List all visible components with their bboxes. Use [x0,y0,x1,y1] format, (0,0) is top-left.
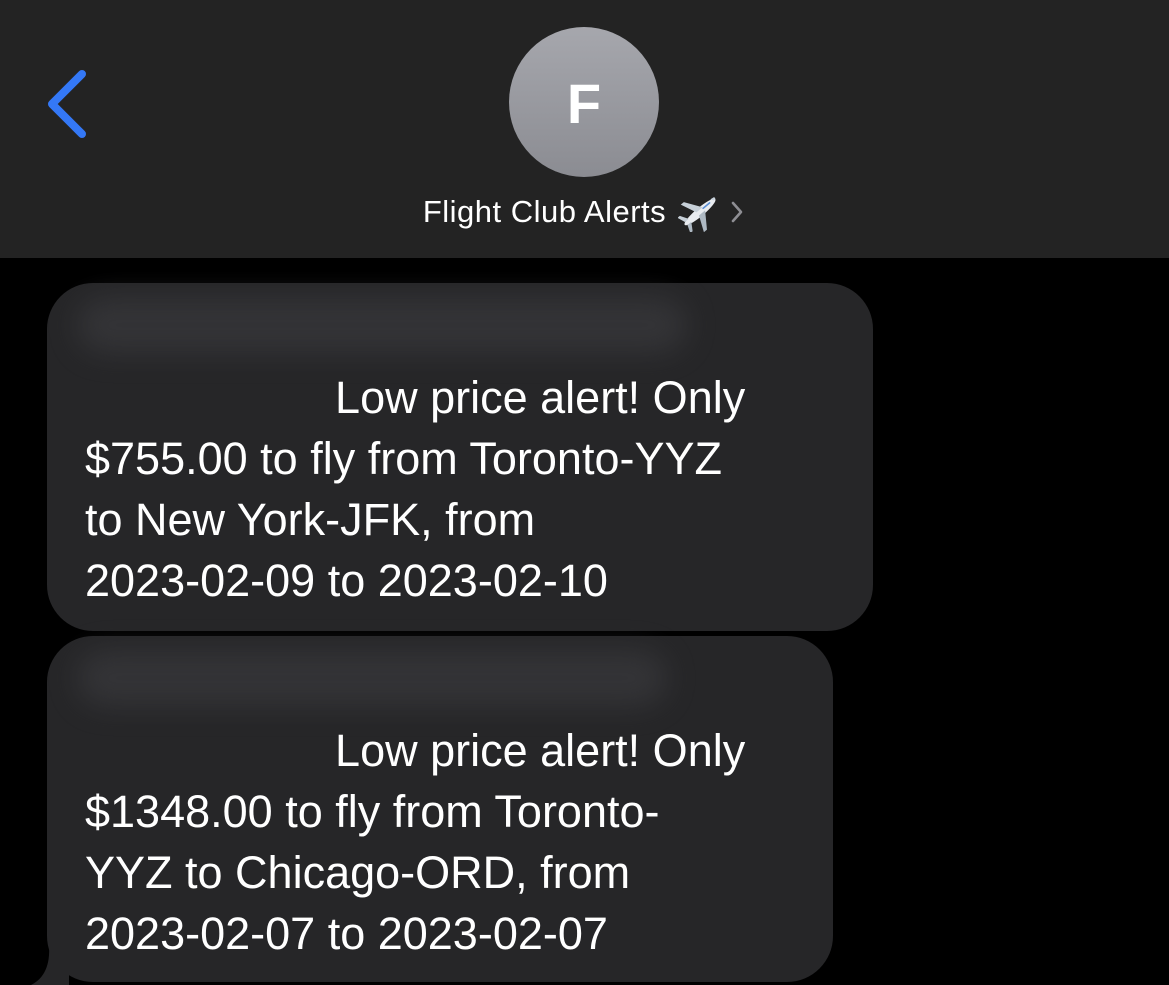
back-button[interactable] [36,60,106,150]
message-line: $1348.00 to fly from Toronto- [85,786,660,837]
redacted-text [77,650,667,706]
avatar-initial: F [566,72,602,135]
message-line: $755.00 to fly from Toronto-YYZ [85,433,722,484]
message-text: Low price alert! Only $1348.00 to fly fro… [85,720,745,964]
chevron-left-icon [48,70,86,138]
message-bubble[interactable]: Low price alert! Only $1348.00 to fly fro… [47,636,833,982]
message-line: Low price alert! Only [85,725,746,776]
bubble-tail [31,945,69,985]
message-text: Low price alert! Only $755.00 to fly from… [85,367,745,611]
message-line: to New York-JFK, from [85,494,536,545]
message-bubble[interactable]: Low price alert! Only $755.00 to fly from… [47,283,873,631]
redacted-text [77,297,687,353]
avatar[interactable]: F [509,27,659,177]
messages-screen: F Flight Club Alerts Low price alert! On… [0,0,1169,985]
message-line: YYZ to Chicago-ORD, from [85,847,631,898]
contact-details-link[interactable]: Flight Club Alerts [0,188,1169,236]
conversation-header: F Flight Club Alerts [0,0,1169,258]
airplane-icon [678,197,716,232]
message-line: Low price alert! Only [85,372,746,423]
message-line: 2023-02-07 to 2023-02-07 [85,908,608,959]
message-line: 2023-02-09 to 2023-02-10 [85,555,608,606]
contact-name: Flight Club Alerts [422,194,667,229]
chevron-right-icon [731,201,743,223]
